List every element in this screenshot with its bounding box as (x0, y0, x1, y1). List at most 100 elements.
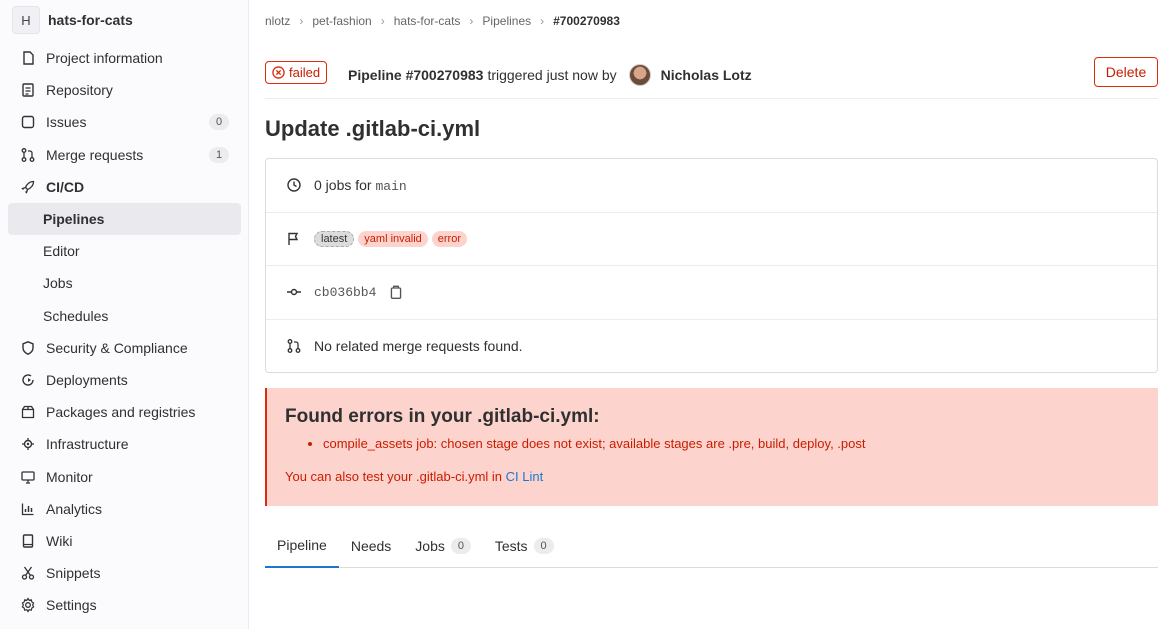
sidebar-item-label: Issues (46, 114, 87, 131)
sidebar-item-snippets[interactable]: Snippets (8, 557, 241, 589)
breadcrumb: nlotz › pet-fashion › hats-for-cats › Pi… (265, 14, 620, 28)
tests-tab-count: 0 (533, 538, 554, 554)
pipeline-id: Pipeline #700270983 (348, 67, 484, 83)
sidebar-item-pipelines[interactable]: Pipelines (8, 202, 241, 236)
clock-icon (287, 178, 301, 192)
chevron-right-icon: › (299, 14, 304, 28)
sidebar-item-label: Schedules (43, 307, 109, 324)
ci-lint-link[interactable]: CI Lint (506, 469, 544, 484)
sidebar-item-packages-registries[interactable]: Packages and registries (8, 396, 241, 428)
status-label: failed (289, 65, 321, 80)
error-item: compile_assets job: chosen stage does no… (323, 436, 1140, 451)
chevron-right-icon: › (540, 14, 545, 28)
gear-icon (20, 597, 36, 613)
sidebar-nav: Project information Repository Issues 0 … (8, 42, 241, 621)
sidebar-item-label: Deployments (46, 371, 128, 388)
pipeline-badges: latest yaml invalid error (314, 230, 467, 247)
tab-pipeline[interactable]: Pipeline (265, 524, 339, 568)
error-alert: Found errors in your .gitlab-ci.yml: com… (265, 388, 1158, 506)
chevron-right-icon: › (380, 14, 385, 28)
pipeline-info-card: 0 jobs for main latest yaml invalid erro… (265, 158, 1158, 373)
sidebar-item-schedules[interactable]: Schedules (8, 300, 241, 332)
alert-title: Found errors in your .gitlab-ci.yml: (285, 406, 600, 427)
no-merge-requests-text: No related merge requests found. (314, 338, 523, 355)
tab-label: Pipeline (277, 537, 327, 553)
jobs-tab-count: 0 (450, 538, 471, 554)
breadcrumb-item[interactable]: pet-fashion (312, 14, 371, 28)
rocket-icon (20, 179, 36, 195)
sidebar-item-infrastructure[interactable]: Infrastructure (8, 428, 241, 460)
sidebar-item-label: Wiki (46, 532, 73, 549)
monitor-icon (20, 469, 36, 485)
sidebar-item-label: Snippets (46, 565, 101, 582)
sidebar-item-label: Editor (43, 243, 80, 260)
sidebar-item-label: Merge requests (46, 146, 144, 163)
jobs-row: 0 jobs for main (266, 159, 1157, 213)
sidebar-item-editor[interactable]: Editor (8, 235, 241, 267)
sidebar-item-security-compliance[interactable]: Security & Compliance (8, 332, 241, 364)
project-name[interactable]: hats-for-cats (48, 12, 133, 28)
sidebar-item-project-information[interactable]: Project information (8, 42, 241, 74)
ci-lint-text: You can also test your .gitlab-ci.yml in… (285, 469, 1140, 484)
jobs-text: 0 jobs for main (314, 177, 407, 194)
sidebar-item-monitor[interactable]: Monitor (8, 460, 241, 492)
tab-label: Tests (494, 538, 528, 554)
project-avatar: H (12, 6, 40, 34)
document-icon (20, 82, 36, 98)
page-title: Update .gitlab-ci.yml (265, 116, 481, 141)
breadcrumb-item[interactable]: Pipelines (482, 14, 531, 28)
sidebar-item-repository[interactable]: Repository (8, 74, 241, 106)
user-name-link[interactable]: Nicholas Lotz (661, 67, 752, 83)
breadcrumb-current[interactable]: #700270983 (553, 14, 620, 28)
breadcrumb-item[interactable]: hats-for-cats (394, 14, 461, 28)
merge-request-icon (287, 339, 301, 354)
error-badge: error (431, 230, 467, 247)
project-header[interactable]: H hats-for-cats (12, 6, 133, 34)
error-list: compile_assets job: chosen stage does no… (285, 436, 1140, 451)
sidebar-item-merge-requests[interactable]: Merge requests 1 (8, 139, 241, 171)
sidebar-item-jobs[interactable]: Jobs (8, 267, 241, 299)
sidebar-item-label: Pipelines (43, 211, 105, 228)
deployments-icon (20, 372, 36, 388)
sidebar-item-label: Settings (46, 597, 97, 614)
commit-icon (287, 289, 301, 296)
sidebar-item-issues[interactable]: Issues 0 (8, 106, 241, 138)
sidebar-item-deployments[interactable]: Deployments (8, 364, 241, 396)
jobs-count-text: 0 jobs for (314, 176, 372, 193)
latest-badge: latest (314, 230, 355, 247)
chart-icon (20, 501, 36, 517)
branch-name[interactable]: main (375, 179, 406, 194)
book-icon (20, 533, 36, 549)
sidebar-item-label: Infrastructure (46, 436, 129, 453)
sidebar-item-label: Project information (46, 50, 163, 67)
avatar[interactable] (628, 64, 651, 86)
sidebar-item-label: Security & Compliance (46, 339, 188, 356)
sidebar-item-analytics[interactable]: Analytics (8, 493, 241, 525)
sidebar-item-label: Jobs (43, 275, 73, 292)
status-badge[interactable]: failed (265, 61, 328, 84)
issues-count-badge: 0 (209, 114, 229, 131)
sidebar-item-ci-cd[interactable]: CI/CD (8, 171, 241, 203)
triggered-text: triggered just now by (487, 67, 617, 83)
merge-request-icon (20, 147, 36, 163)
copy-icon[interactable] (388, 284, 404, 300)
pipeline-header: failed Pipeline #700270983 triggered jus… (265, 57, 1158, 99)
pipeline-tabs: Pipeline Needs Jobs 0 Tests 0 (265, 524, 1158, 568)
ci-lint-prefix: You can also test your .gitlab-ci.yml in (285, 469, 503, 484)
chevron-right-icon: › (469, 14, 474, 28)
breadcrumb-item[interactable]: nlotz (265, 14, 290, 28)
delete-button[interactable]: Delete (1094, 57, 1158, 87)
sidebar-item-label: CI/CD (46, 178, 85, 195)
tab-tests[interactable]: Tests 0 (483, 524, 566, 568)
tab-jobs[interactable]: Jobs 0 (403, 524, 483, 568)
package-icon (20, 404, 36, 420)
flag-icon (288, 232, 299, 245)
tab-needs[interactable]: Needs (339, 524, 403, 568)
sidebar-item-label: Analytics (46, 500, 103, 517)
commit-sha[interactable]: cb036bb4 (314, 285, 376, 300)
info-icon (20, 50, 36, 66)
sidebar-item-settings[interactable]: Settings (8, 589, 241, 621)
tab-label: Jobs (415, 538, 445, 554)
sidebar-item-wiki[interactable]: Wiki (8, 525, 241, 557)
pipeline-header-text: Pipeline #700270983 triggered just now b… (348, 64, 752, 86)
